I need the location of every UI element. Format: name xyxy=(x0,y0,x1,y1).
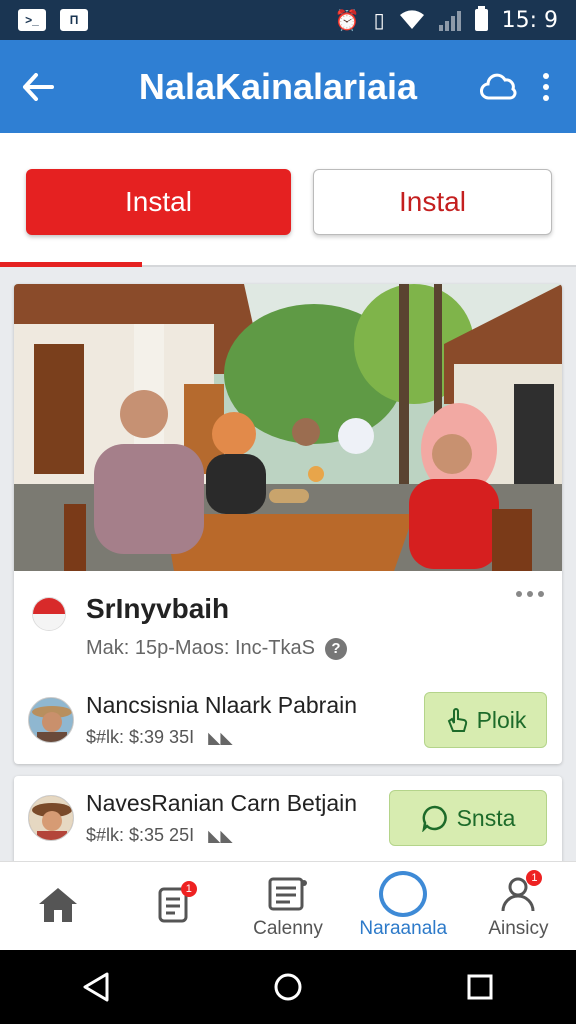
vibrate-icon: ▯ xyxy=(373,9,385,32)
snsta-label: Snsta xyxy=(456,804,516,831)
list-item-meta: $#lk: $:39 35I xyxy=(86,727,195,747)
home-circle-icon[interactable] xyxy=(258,957,318,1017)
avatar xyxy=(28,795,74,841)
ploik-label: Ploik xyxy=(476,706,527,733)
back-button[interactable] xyxy=(0,40,76,133)
signal-icon xyxy=(438,9,461,31)
card-title: SrInyvbaih xyxy=(86,593,230,624)
card-subtitle: Mak: 15p-Maos: Inc-TkaS xyxy=(86,637,315,659)
tag-icon: ◣◣ xyxy=(208,827,233,845)
list-item-title: NavesRanian Carn Betjain xyxy=(86,790,358,816)
page-title: NalaKainalariaia xyxy=(138,65,418,107)
app-bar: NalaKainalariaia xyxy=(0,40,576,133)
action-bar: Instal Instal xyxy=(0,133,576,267)
status-bar: >_ П ⏰ ▯ 15: 9 xyxy=(0,0,576,40)
ploik-button[interactable]: Ploik xyxy=(424,692,547,748)
back-triangle-icon[interactable] xyxy=(66,957,126,1017)
nav-ainsicy[interactable]: 1 Ainsicy xyxy=(461,862,576,950)
more-horiz-icon[interactable] xyxy=(516,591,544,597)
list-item-title: Nancsisnia Nlaark Pabrain xyxy=(86,692,358,718)
list-item[interactable]: NavesRanian Carn Betjain $#lk: $:35 25I … xyxy=(28,790,357,846)
notification-badge: 1 xyxy=(526,870,543,886)
cloud-icon xyxy=(379,871,428,917)
flag-icon xyxy=(32,597,66,631)
hand-icon xyxy=(447,708,467,732)
card-header: SrInyvbaih Mak: 15p-Maos: Inc-TkaS ? xyxy=(14,571,562,671)
chat-icon xyxy=(421,805,447,832)
terminal-icon: >_ xyxy=(18,9,46,31)
battery-icon xyxy=(474,6,488,31)
list-item[interactable]: Nancsisnia Nlaark Pabrain $#lk: $:39 35I… xyxy=(28,692,357,748)
install-primary-button[interactable]: Instal xyxy=(26,169,291,235)
alarm-icon: ⏰ xyxy=(334,9,360,32)
snsta-button[interactable]: Snsta xyxy=(389,790,547,846)
card-photo xyxy=(14,284,562,571)
tab-indicator xyxy=(0,262,142,267)
wifi-icon xyxy=(399,10,424,29)
list-icon xyxy=(264,872,312,916)
cloud-icon[interactable] xyxy=(480,68,518,106)
notification-badge: 1 xyxy=(180,881,197,897)
person-icon: 1 xyxy=(494,870,543,916)
clock: 15: 9 xyxy=(501,7,558,33)
nav-home[interactable] xyxy=(0,862,115,950)
home-icon xyxy=(34,883,82,927)
system-nav-bar xyxy=(0,950,576,1024)
more-vert-icon[interactable] xyxy=(536,68,556,106)
feed-card[interactable]: SrInyvbaih Mak: 15p-Maos: Inc-TkaS ? Nan… xyxy=(14,284,562,764)
install-secondary-button[interactable]: Instal xyxy=(313,169,552,235)
bottom-nav: 1 Calenny Naraanala 1 Ainsicy xyxy=(0,861,576,950)
nav-naraanala[interactable]: Naraanala xyxy=(346,862,461,950)
tag-icon: ◣◣ xyxy=(208,729,233,747)
avatar xyxy=(28,697,74,743)
window-icon: П xyxy=(60,9,88,31)
recents-square-icon[interactable] xyxy=(450,957,510,1017)
arrow-left-icon xyxy=(23,72,54,101)
receipt-icon: 1 xyxy=(149,881,197,927)
nav-receipts[interactable]: 1 xyxy=(115,862,230,950)
nav-calenny[interactable]: Calenny xyxy=(230,862,345,950)
list-item-meta: $#lk: $:35 25I xyxy=(86,825,195,845)
help-icon[interactable]: ? xyxy=(324,637,347,660)
